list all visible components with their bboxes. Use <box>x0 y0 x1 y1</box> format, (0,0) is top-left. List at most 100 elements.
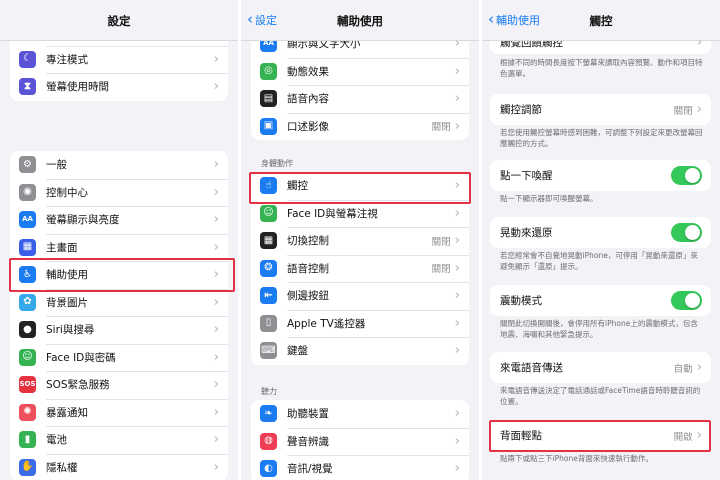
list-item-label: 語音內容 <box>287 93 329 106</box>
list-item[interactable]: ☺ Face ID與密碼 › <box>10 343 228 372</box>
section-header-hearing: 聽力 <box>261 387 277 396</box>
highlight-back-tap <box>489 420 711 452</box>
list-item-label: 控制中心 <box>46 186 88 199</box>
list-item[interactable]: ▯ Apple TV遙控器 › <box>251 309 469 338</box>
list-item[interactable]: SOS SOS緊急服務 › <box>10 371 228 399</box>
touch-accommodations-row[interactable]: 觸控調節 關閉 › <box>490 94 711 125</box>
list-item[interactable]: ◐ 音訊/視覺 › <box>251 455 469 480</box>
chevron-right-icon: › <box>454 315 460 331</box>
tap-to-wake-toggle[interactable] <box>671 166 702 185</box>
call-audio-routing-label: 來電語音傳送 <box>500 362 563 374</box>
icon-glyph: ▯ <box>265 317 272 329</box>
call-audio-routing-value: 自動 <box>673 363 693 375</box>
list-item[interactable]: ▦ 主畫面 › <box>10 233 228 262</box>
touch-accommodations-value: 關閉 <box>673 105 693 117</box>
list-item[interactable]: ⧗ 螢幕使用時間 › <box>10 73 228 101</box>
list-item[interactable]: ▮ 電池 › <box>10 426 228 454</box>
list-item[interactable]: ☾ 專注模式 › <box>10 45 228 74</box>
hearing-group: ❧ 助聽裝置 › ◍ 聲音辨識 › ◐ 音訊/視覺 › <box>251 400 469 480</box>
icon-glyph: ❧ <box>264 407 273 419</box>
chevron-right-icon: › <box>454 343 460 359</box>
shake-to-undo-note: 若您經常會不自覺地晃動iPhone，可停用「晃動來還原」來避免顯示「還原」提示。 <box>500 251 698 271</box>
list-item[interactable]: ▤ 語音內容 › <box>251 85 469 113</box>
icon-glyph: ☺ <box>22 351 33 363</box>
page-title: 輔助使用 <box>337 14 383 28</box>
list-item-value: 關閉 <box>431 264 451 276</box>
list-item[interactable]: ▦ 切換控制 關閉 › <box>251 227 469 255</box>
list-item-label: 口述影像 <box>287 120 329 133</box>
icon-glyph: ◍ <box>264 435 273 447</box>
list-item-label: 螢幕使用時間 <box>46 81 109 94</box>
remote-icon: ▯ <box>260 314 277 332</box>
vision-group: AA 顯示與文字大小 › ◎ 動態效果 › ▤ 語音內容 › ▣ 口述影像 關閉 › <box>251 30 469 140</box>
list-item-label: Apple TV遙控器 <box>287 317 366 330</box>
chevron-right-icon: › <box>213 239 219 255</box>
list-item-label: 語音控制 <box>287 262 329 275</box>
list-item[interactable]: ⌨ 鍵盤 › <box>251 337 469 365</box>
list-item-label: 隱私權 <box>46 461 78 474</box>
call-audio-routing-note: 來電語音傳送決定了電話通話或FaceTime語音時聆聽音訊的位置。 <box>500 386 701 406</box>
speech-icon: ▤ <box>260 90 277 108</box>
tap-to-wake-note: 點一下顯示器即可喚醒螢幕。 <box>500 194 598 203</box>
flower-icon: ✿ <box>19 293 36 311</box>
haptic-touch-note: 根據不同的時間長度按下螢幕來讀取內容預覽、動作和項目特色選單。 <box>500 58 703 78</box>
icon-glyph: ❂ <box>264 262 273 274</box>
icon-glyph: ✺ <box>23 406 32 418</box>
list-item[interactable]: ◍ 聲音辨識 › <box>251 427 469 456</box>
hourglass-icon: ⧗ <box>19 78 36 96</box>
list-item[interactable]: ▣ 口述影像 關閉 › <box>251 112 469 141</box>
list-item[interactable]: ❂ 語音控制 關閉 › <box>251 254 469 283</box>
list-item[interactable]: ✺ 暴露通知 › <box>10 398 228 427</box>
list-item-label: 背景圖片 <box>46 296 88 309</box>
icon-glyph: AA <box>22 215 33 224</box>
list-item-label: 暴露通知 <box>46 406 88 419</box>
list-item[interactable]: ⇤ 側邊按鈕 › <box>251 282 469 310</box>
chevron-right-icon: › <box>696 102 702 117</box>
icon-glyph: ⧗ <box>23 80 32 92</box>
chevron-right-icon: › <box>213 322 219 338</box>
list-item[interactable]: AA 螢幕顯示與亮度 › <box>10 206 228 234</box>
chevron-right-icon: › <box>213 432 219 448</box>
list-item-label: 切換控制 <box>287 235 329 248</box>
chevron-right-icon: › <box>454 406 460 422</box>
list-item[interactable]: ◉ 控制中心 › <box>10 178 228 207</box>
motion-icon: ◎ <box>260 62 277 80</box>
chevron-right-icon: › <box>454 63 460 79</box>
chevron-right-icon: › <box>454 288 460 304</box>
list-item-label: SOS緊急服務 <box>46 379 110 392</box>
shake-to-undo-toggle[interactable] <box>671 223 702 242</box>
chevron-right-icon: › <box>213 404 219 420</box>
battery-icon: ▮ <box>19 431 36 449</box>
icon-glyph: ✋ <box>21 461 34 473</box>
icon-glyph: ⌨ <box>261 344 276 356</box>
list-item-label: 一般 <box>46 159 67 172</box>
shake-to-undo-row: 晃動來還原 <box>490 217 711 248</box>
icon-glyph: ● <box>23 323 32 335</box>
list-item-label: 音訊/視覺 <box>287 463 333 476</box>
icon-glyph: ☾ <box>23 53 32 65</box>
vibration-note: 關閉此切換開關後，會停用所有iPhone上的震動模式，包含地震、海嘯和其他緊急提… <box>500 319 698 339</box>
switch-control-icon: ▦ <box>260 232 277 250</box>
sos-icon: SOS <box>19 376 36 394</box>
list-item[interactable]: ❧ 助聽裝置 › <box>251 400 469 428</box>
chevron-right-icon: › <box>454 205 460 221</box>
accessibility-panel: ‹ 設定 輔助使用 AA 顯示與文字大小 › ◎ 動態效果 › ▤ 語音內容 › ▣ 口述影像 關閉 ›… <box>241 0 479 480</box>
icon-glyph: ✿ <box>23 296 32 308</box>
chevron-right-icon: › <box>454 433 460 449</box>
chevron-right-icon: › <box>454 461 460 477</box>
list-item-label: 主畫面 <box>46 241 78 254</box>
list-item[interactable]: ● Siri與搜尋 › <box>10 316 228 344</box>
chevron-right-icon: › <box>454 91 460 107</box>
page-title: 觸控 <box>589 14 613 28</box>
list-item[interactable]: ✿ 背景圖片 › <box>10 288 228 317</box>
list-item[interactable]: ✋ 隱私權 › <box>10 453 228 480</box>
list-item-value: 關閉 <box>431 122 451 134</box>
icon-glyph: ☺ <box>263 207 274 219</box>
call-audio-routing-row[interactable]: 來電語音傳送 自動 › <box>490 352 711 383</box>
list-item[interactable]: ⚙ 一般 › <box>10 151 228 179</box>
nav-bar: ‹ 輔助使用 觸控 <box>482 0 720 41</box>
list-item[interactable]: ◎ 動態效果 › <box>251 57 469 86</box>
settings-group-general: ⚙ 一般 › ◉ 控制中心 › AA 螢幕顯示與亮度 › ▦ 主畫面 › ♿ 輔助使用 › ✿ 背景圖片 › ● Si… <box>10 151 228 480</box>
vibration-toggle[interactable] <box>671 291 702 310</box>
chevron-right-icon: › <box>213 459 219 475</box>
